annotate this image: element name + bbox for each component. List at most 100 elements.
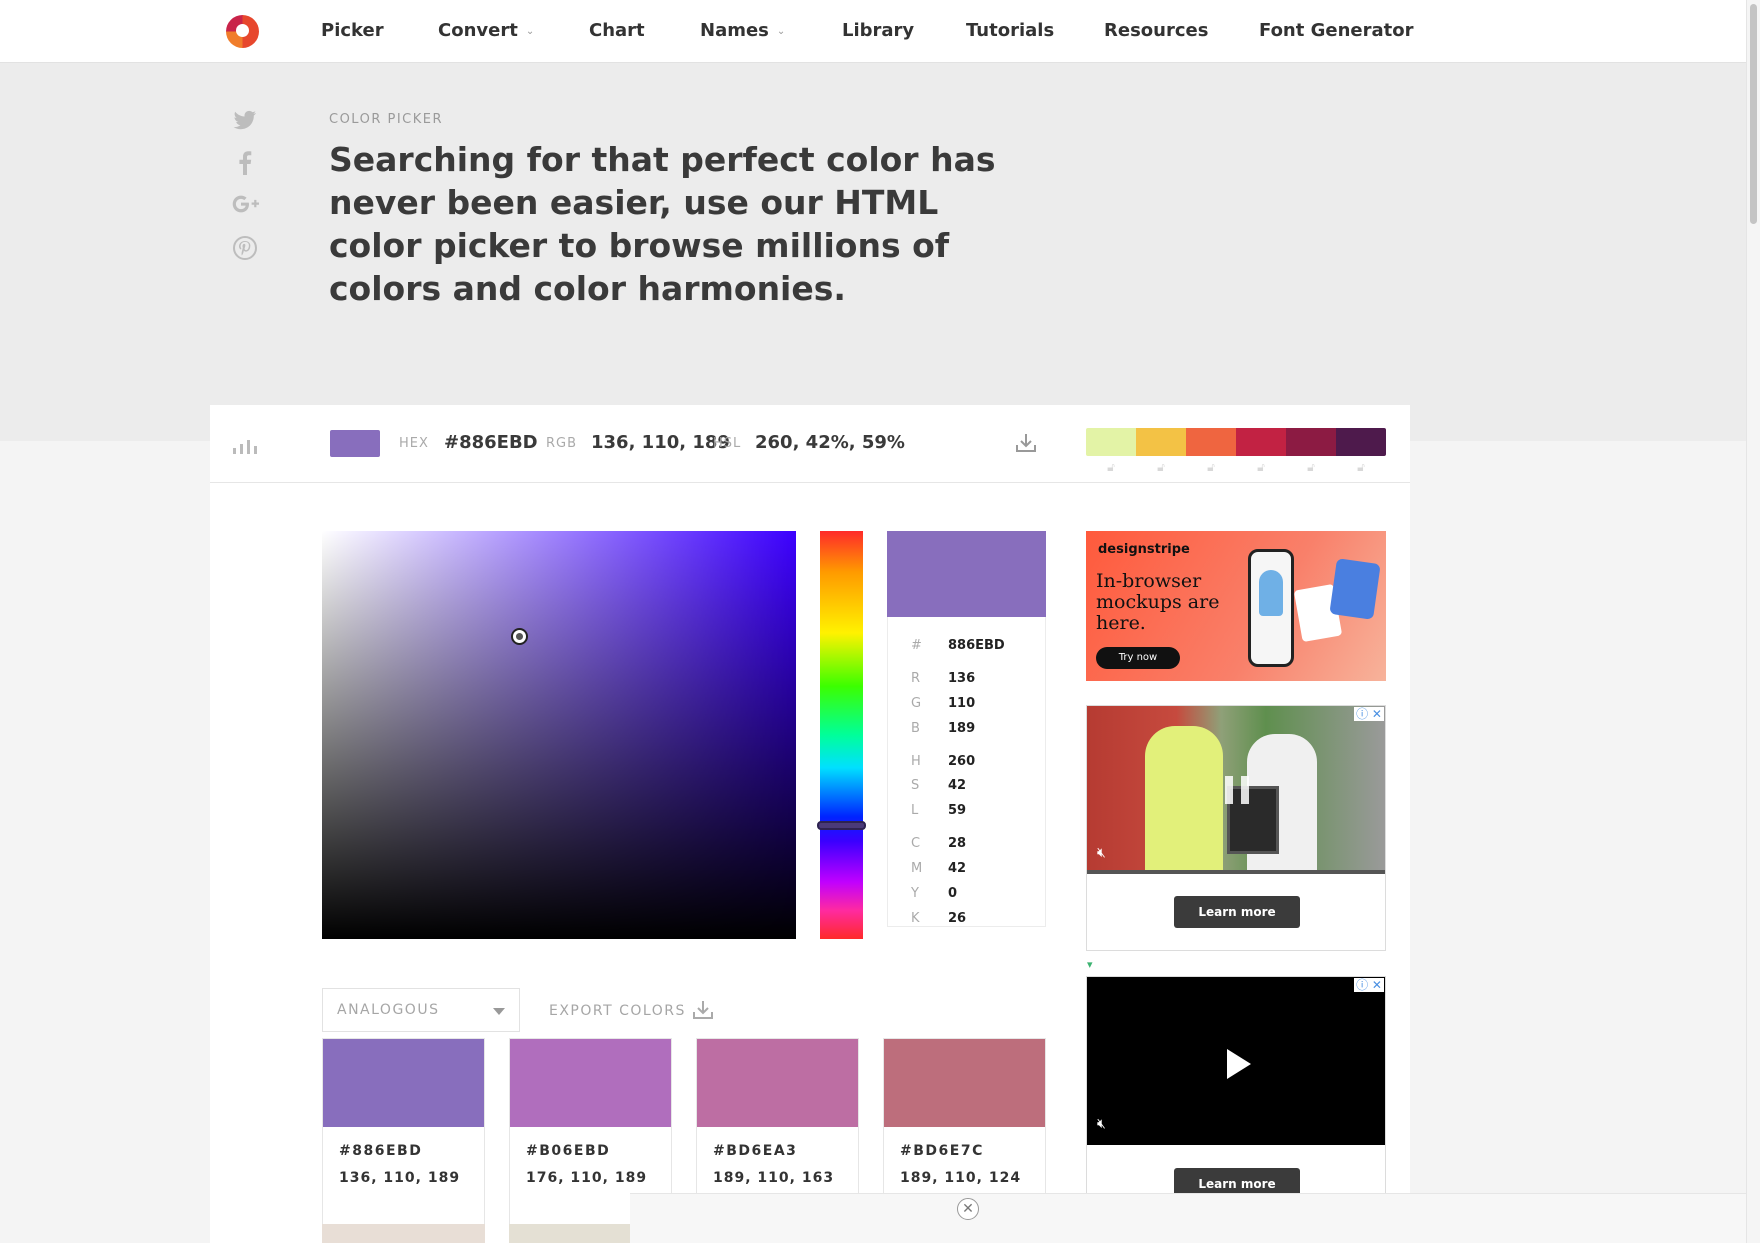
play-icon[interactable] <box>1227 1049 1251 1079</box>
palette-swatch[interactable] <box>1086 428 1136 456</box>
harmony-swatch <box>697 1039 858 1127</box>
adchoices-icon[interactable]: ⓘ ✕ <box>1354 978 1384 992</box>
sv-cursor-handle[interactable] <box>511 628 528 645</box>
saturation-value-area[interactable] <box>322 531 796 939</box>
page-eyebrow: COLOR PICKER <box>329 112 444 127</box>
info-c-value[interactable]: 28 <box>948 836 966 851</box>
nav-item-chart[interactable]: Chart <box>589 20 645 41</box>
nav-label: Picker <box>321 20 384 41</box>
lock-icon[interactable]: 🔓︎ <box>1136 460 1186 476</box>
lock-icon[interactable]: 🔓︎ <box>1186 460 1236 476</box>
lock-icon[interactable]: 🔓︎ <box>1336 460 1386 476</box>
info-y-value[interactable]: 0 <box>948 886 957 901</box>
page-scrollbar[interactable] <box>1746 0 1760 1243</box>
nav-item-tutorials[interactable]: Tutorials <box>966 20 1054 41</box>
nav-item-font-generator[interactable]: Font Generator <box>1259 20 1414 41</box>
harmony-rgb: 189, 110, 124 <box>900 1170 1022 1186</box>
ad-person-image <box>1145 726 1223 874</box>
info-m-value[interactable]: 42 <box>948 861 966 876</box>
nav-item-library[interactable]: Library <box>842 20 914 41</box>
mockup-card-image <box>1329 558 1381 620</box>
info-key: B <box>911 721 920 736</box>
ad-network-icon[interactable]: ▾ <box>1087 958 1093 971</box>
harmony-hex: #BD6EA3 <box>713 1143 798 1159</box>
info-h-value[interactable]: 260 <box>948 754 975 769</box>
hex-label: HEX <box>399 436 429 451</box>
rgb-label: RGB <box>546 436 578 451</box>
info-hex-value[interactable]: 886EBD <box>948 638 1005 653</box>
nav-label: Font Generator <box>1259 20 1414 41</box>
nav-item-picker[interactable]: Picker <box>321 20 384 41</box>
ad-banner-designstripe[interactable]: designstripe In-browser mockups are here… <box>1086 531 1386 681</box>
info-s-value[interactable]: 42 <box>948 778 966 793</box>
harmony-swatch <box>323 1039 484 1127</box>
download-icon[interactable] <box>692 999 714 1021</box>
phone-mockup-image <box>1248 549 1294 667</box>
harmony-select-value: ANALOGOUS <box>337 1002 440 1018</box>
site-logo[interactable] <box>226 15 259 48</box>
sticky-bottom-ad <box>630 1193 1746 1243</box>
facebook-icon[interactable] <box>232 151 258 177</box>
nav-label: Chart <box>589 20 645 41</box>
palette-swatch[interactable] <box>1186 428 1236 456</box>
harmony-select[interactable]: ANALOGOUS <box>322 988 520 1032</box>
info-b-value[interactable]: 189 <box>948 721 975 736</box>
scrollbar-thumb[interactable] <box>1750 4 1757 224</box>
nav-item-names[interactable]: Names ⌄ <box>700 20 785 41</box>
lock-icon[interactable]: 🔓︎ <box>1286 460 1336 476</box>
next-row-swatch <box>322 1224 485 1243</box>
hsl-label: HSL <box>713 436 742 451</box>
palette-swatch[interactable] <box>1136 428 1186 456</box>
palette-swatch[interactable] <box>1336 428 1386 456</box>
hex-value[interactable]: #886EBD <box>444 432 538 453</box>
info-g-value[interactable]: 110 <box>948 696 975 711</box>
harmony-color-card[interactable]: #886EBD 136, 110, 189 <box>322 1038 485 1243</box>
harmony-swatch <box>510 1039 671 1127</box>
ad-brand: designstripe <box>1098 542 1190 557</box>
nav-label: Resources <box>1104 20 1209 41</box>
pinterest-icon[interactable] <box>232 236 258 262</box>
video-ad[interactable]: 🔇︎ ⓘ ✕ Learn more <box>1086 705 1386 951</box>
video-progress-bar[interactable] <box>1087 870 1385 874</box>
info-r-value[interactable]: 136 <box>948 671 975 686</box>
top-nav: Picker Convert ⌄ Chart Names ⌄ Library Tut… <box>0 0 1746 63</box>
hue-slider[interactable] <box>820 531 863 939</box>
google-plus-icon[interactable] <box>232 193 259 219</box>
palette-strip[interactable] <box>1086 428 1386 456</box>
ad-copy: In-browser mockups are here. <box>1096 570 1220 634</box>
current-color-swatch <box>330 430 380 457</box>
info-key: L <box>911 803 919 818</box>
rgb-value[interactable]: 136, 110, 189 <box>591 432 730 453</box>
ad-try-now-button[interactable]: Try now <box>1096 647 1180 669</box>
color-info-panel <box>887 617 1046 927</box>
hue-slider-handle[interactable] <box>817 821 866 830</box>
info-key: G <box>911 696 922 711</box>
mute-icon[interactable]: 🔇︎ <box>1097 845 1115 861</box>
harmony-hex: #886EBD <box>339 1143 423 1159</box>
info-l-value[interactable]: 59 <box>948 803 966 818</box>
lock-icon[interactable]: 🔓︎ <box>1086 460 1136 476</box>
chevron-down-icon: ⌄ <box>525 25 535 37</box>
info-key: C <box>911 836 921 851</box>
lock-icon[interactable]: 🔓︎ <box>1236 460 1286 476</box>
twitter-icon[interactable] <box>232 110 258 136</box>
palette-swatch[interactable] <box>1286 428 1336 456</box>
nav-item-resources[interactable]: Resources <box>1104 20 1208 41</box>
learn-more-button[interactable]: Learn more <box>1174 896 1300 928</box>
harmony-swatch <box>884 1039 1045 1127</box>
export-colors-button[interactable]: EXPORT COLORS <box>549 1003 686 1019</box>
nav-item-convert[interactable]: Convert ⌄ <box>438 20 534 41</box>
mute-icon[interactable]: 🔇︎ <box>1097 1116 1115 1132</box>
harmony-rgb: 136, 110, 189 <box>339 1170 461 1186</box>
hsl-value[interactable]: 260, 42%, 59% <box>755 432 905 453</box>
palette-swatch[interactable] <box>1236 428 1286 456</box>
close-icon[interactable]: ✕ <box>957 1198 979 1220</box>
chart-bars-icon[interactable] <box>233 436 259 454</box>
info-key: M <box>911 861 923 876</box>
info-key: S <box>911 778 920 793</box>
pause-icon[interactable] <box>1225 776 1249 804</box>
info-k-value[interactable]: 26 <box>948 911 966 926</box>
adchoices-icon[interactable]: ⓘ ✕ <box>1354 707 1384 721</box>
harmony-rgb: 176, 110, 189 <box>526 1170 648 1186</box>
download-icon[interactable] <box>1015 432 1037 454</box>
